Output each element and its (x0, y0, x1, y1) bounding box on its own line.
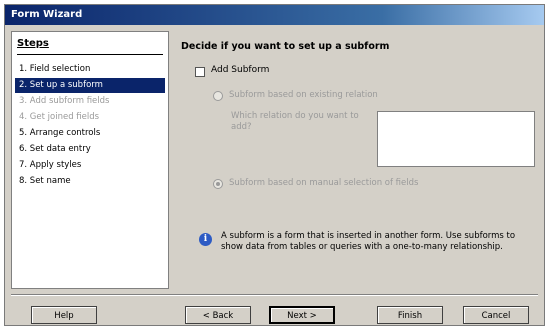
steps-divider (17, 54, 163, 55)
relation-question-label: Which relation do you want to add? (231, 111, 359, 132)
form-wizard-dialog: Form Wizard Steps 1. Field selection 2. … (4, 4, 545, 326)
info-text: A subform is a form that is inserted in … (221, 231, 516, 252)
step-get-joined-fields: 4. Get joined fields (19, 112, 100, 122)
relation-option-label: Subform based on existing relation (229, 90, 378, 100)
window-title: Form Wizard (5, 5, 544, 25)
subform-settings: Decide if you want to set up a subform A… (177, 31, 539, 289)
back-button[interactable]: < Back (185, 306, 251, 324)
steps-title: Steps (17, 38, 49, 49)
step-set-up-subform[interactable]: 2. Set up a subform (15, 78, 165, 93)
relation-radio[interactable] (213, 91, 223, 101)
manual-selection-radio[interactable] (213, 179, 223, 189)
cancel-button[interactable]: Cancel (463, 306, 529, 324)
relation-listbox[interactable] (377, 111, 535, 167)
info-icon: i (199, 233, 212, 246)
add-subform-checkbox[interactable] (195, 67, 205, 77)
page-heading: Decide if you want to set up a subform (181, 41, 390, 52)
next-button[interactable]: Next > (269, 306, 335, 324)
step-field-selection[interactable]: 1. Field selection (15, 62, 165, 77)
step-add-subform-fields: 3. Add subform fields (19, 96, 110, 106)
add-subform-label[interactable]: Add Subform (211, 65, 269, 75)
step-apply-styles[interactable]: 7. Apply styles (15, 158, 165, 173)
manual-selection-label: Subform based on manual selection of fie… (229, 178, 419, 188)
button-separator (11, 294, 538, 296)
step-set-data-entry[interactable]: 6. Set data entry (15, 142, 165, 157)
step-arrange-controls[interactable]: 5. Arrange controls (15, 126, 165, 141)
step-set-name[interactable]: 8. Set name (15, 174, 165, 189)
finish-button[interactable]: Finish (377, 306, 443, 324)
steps-panel: Steps 1. Field selection 2. Set up a sub… (11, 31, 169, 289)
help-button[interactable]: Help (31, 306, 97, 324)
